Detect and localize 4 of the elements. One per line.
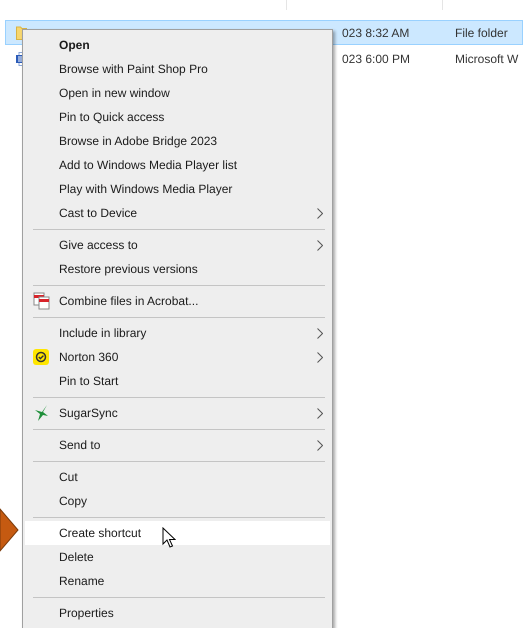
date-modified: 023 8:32 AM bbox=[342, 26, 410, 40]
date-modified: 023 6:00 PM bbox=[342, 52, 412, 66]
file-type: Microsoft W bbox=[455, 52, 520, 66]
file-type: File folder bbox=[455, 26, 509, 40]
